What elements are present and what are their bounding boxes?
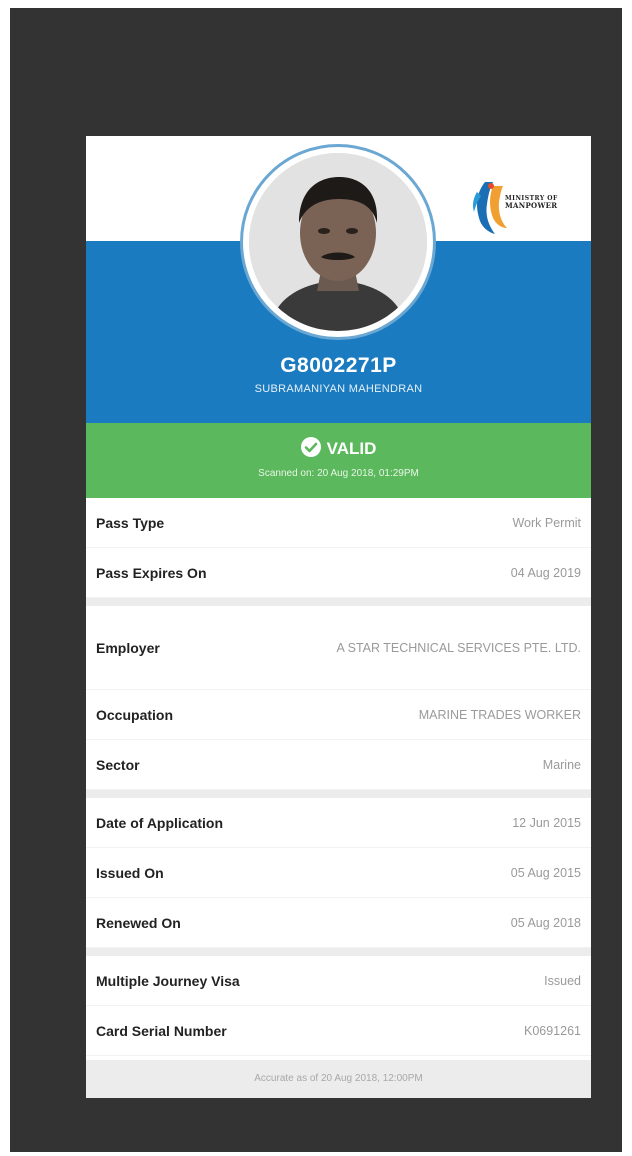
detail-label: Occupation [96,706,174,723]
detail-label: Sector [96,756,140,773]
section-divider [86,598,591,606]
detail-row-multiple-journey-visa: Multiple Journey Visa Issued [86,956,591,1006]
detail-label: Employer [96,639,160,656]
pass-card: MINISTRY OF MANPOWER G8002271P SUBRAMANI… [86,136,591,1098]
scanned-timestamp: Scanned on: 20 Aug 2018, 01:29PM [258,468,419,479]
detail-value: 04 Aug 2019 [510,565,581,580]
holder-portrait-image [249,153,427,331]
detail-value: Issued [544,973,581,988]
status-label: VALID [326,439,377,458]
detail-label: Issued On [96,864,164,881]
ministry-of-manpower-logo: MINISTRY OF MANPOWER [459,178,579,236]
detail-row-pass-expires-on: Pass Expires On 04 Aug 2019 [86,548,591,598]
section-divider [86,790,591,798]
detail-value: A STAR TECHNICAL SERVICES PTE. LTD. [336,640,581,655]
detail-row-renewed-on: Renewed On 05 Aug 2018 [86,898,591,948]
status-row: VALID [86,437,591,459]
detail-row-date-of-application: Date of Application 12 Jun 2015 [86,798,591,848]
detail-row-occupation: Occupation MARINE TRADES WORKER [86,690,591,740]
detail-value: 05 Aug 2018 [510,915,581,930]
detail-value: Work Permit [512,515,581,530]
section-divider [86,948,591,956]
detail-label: Card Serial Number [96,1022,227,1039]
detail-value: 12 Jun 2015 [512,815,581,830]
detail-value: Marine [542,757,581,772]
accuracy-footer: Accurate as of 20 Aug 2018, 12:00PM [86,1060,591,1098]
detail-row-sector: Sector Marine [86,740,591,790]
holder-name: SUBRAMANIYAN MAHENDRAN [254,383,423,395]
detail-row-issued-on: Issued On 05 Aug 2015 [86,848,591,898]
detail-label: Pass Type [96,514,165,531]
pass-number: G8002271P [280,354,397,377]
screenshot-frame: MINISTRY OF MANPOWER G8002271P SUBRAMANI… [10,8,622,1152]
detail-row-card-serial-number: Card Serial Number K0691261 [86,1006,591,1056]
detail-value: K0691261 [523,1023,581,1038]
detail-row-pass-type: Pass Type Work Permit [86,498,591,548]
holder-photo [249,153,427,331]
detail-label: Multiple Journey Visa [96,972,240,989]
check-circle-icon [300,437,321,457]
detail-row-employer: Employer A STAR TECHNICAL SERVICES PTE. … [86,606,591,690]
detail-label: Pass Expires On [96,564,207,581]
logo-text-manpower: MANPOWER [505,201,558,210]
pass-details-list: Pass Type Work Permit Pass Expires On 04… [86,498,591,1056]
status-banner: VALID Scanned on: 20 Aug 2018, 01:29PM [86,423,591,498]
detail-value: MARINE TRADES WORKER [418,707,581,722]
detail-label: Renewed On [96,914,181,931]
detail-value: 05 Aug 2015 [510,865,581,880]
detail-label: Date of Application [96,814,224,831]
